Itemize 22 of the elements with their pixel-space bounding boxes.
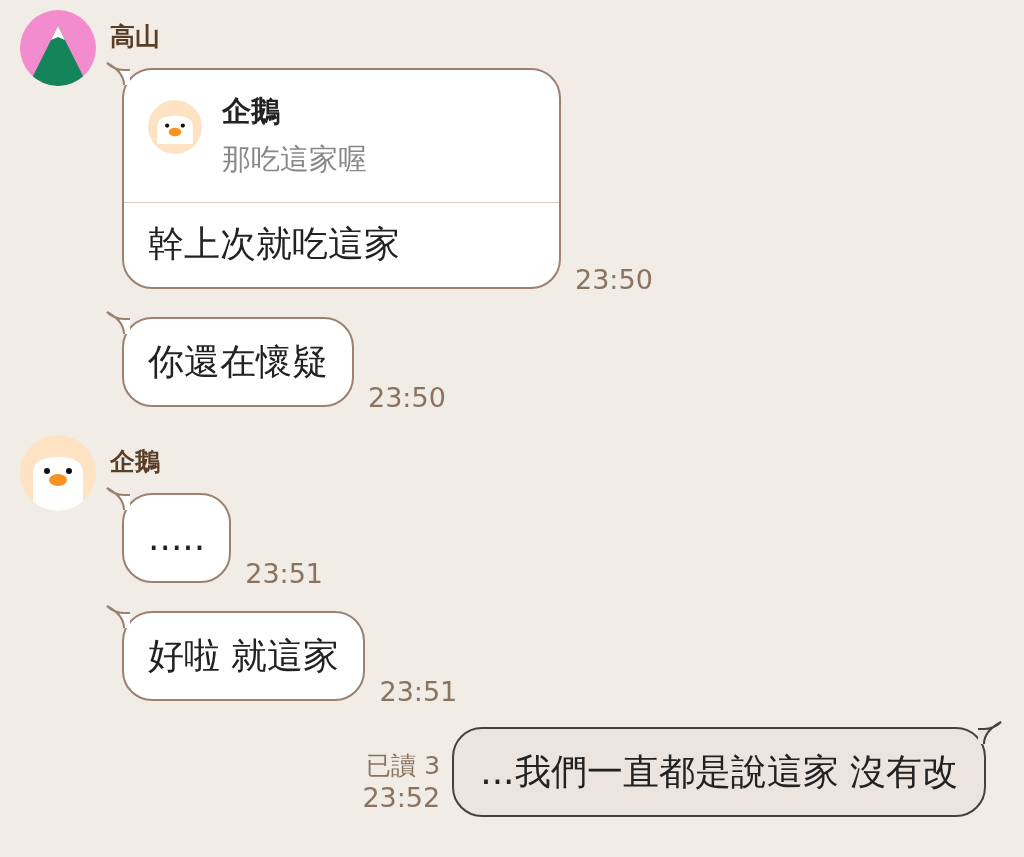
message-bubble[interactable]: ...我們一直都是說這家 沒有改 bbox=[452, 727, 986, 817]
sender-name: 高山 bbox=[110, 21, 160, 53]
quoted-sender: 企鵝 bbox=[222, 93, 281, 130]
message-text: 好啦 就這家 bbox=[148, 634, 340, 678]
message-bubble[interactable]: ..... bbox=[122, 493, 232, 583]
quoted-message: 那吃這家喔 bbox=[222, 141, 367, 178]
message-bubble[interactable]: 好啦 就這家 bbox=[122, 611, 366, 701]
message-time: 23:51 bbox=[379, 676, 458, 707]
read-receipt: 已讀 3 bbox=[366, 750, 441, 782]
avatar-penguin-icon bbox=[148, 100, 202, 154]
message-bubble[interactable]: 你還在懷疑 bbox=[122, 317, 354, 407]
message-text: 幹上次就吃這家 bbox=[148, 222, 401, 266]
message-bubble[interactable]: 企鵝 那吃這家喔 幹上次就吃這家 bbox=[122, 68, 561, 289]
message-time: 23:50 bbox=[368, 382, 446, 413]
message-time: 23:50 bbox=[575, 264, 653, 295]
message-text: 你還在懷疑 bbox=[148, 340, 328, 384]
message-time: 23:51 bbox=[245, 558, 324, 589]
message-text: ...我們一直都是說這家 沒有改 bbox=[480, 750, 958, 794]
message-time: 23:52 bbox=[362, 782, 441, 813]
sender-name: 企鵝 bbox=[110, 446, 160, 478]
bubble-tail bbox=[978, 721, 1002, 745]
message-text: ..... bbox=[148, 516, 206, 560]
